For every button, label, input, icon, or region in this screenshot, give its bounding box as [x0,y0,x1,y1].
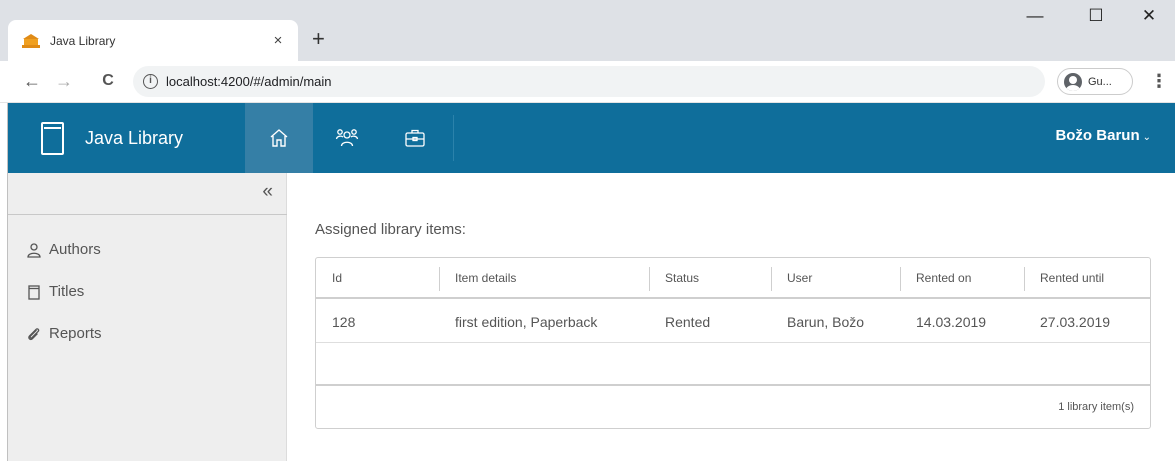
browser-menu-button[interactable]: ⋮ [1150,71,1168,92]
home-icon [270,129,288,147]
column-header-item-details[interactable]: Item details [439,258,649,297]
cell-item-details: first edition, Paperback [455,313,598,330]
browser-tab-strip: Java Library × + — ☐ ✕ [0,0,1175,61]
tab-close-button[interactable]: × [270,32,286,49]
cell-id: 128 [332,313,356,330]
item-count: 1 library item(s) [1058,401,1134,413]
column-header-rented-on[interactable]: Rented on [900,258,1024,297]
browser-toolbar: ← → C i localhost:4200/#/admin/main Gu..… [0,61,1175,103]
cell-status: Rented [665,313,711,330]
close-window-button[interactable]: ✕ [1126,6,1172,26]
nav-users[interactable] [313,103,381,173]
table-row[interactable]: 128 first edition, Paperback Rented Baru… [316,301,1150,343]
profile-button[interactable]: Gu... [1057,68,1133,95]
book-icon [28,284,40,300]
book-logo-icon [41,121,64,155]
library-favicon-icon [22,33,40,48]
profile-name: Gu... [1088,75,1112,88]
maximize-button[interactable]: ☐ [1073,6,1119,26]
address-bar[interactable]: i localhost:4200/#/admin/main [133,66,1045,97]
profile-avatar-icon [1064,72,1082,91]
tab-title: Java Library [50,33,116,48]
paperclip-icon [28,327,40,340]
browser-tab[interactable]: Java Library × [8,20,298,61]
user-name: Božo Barun [1055,127,1140,144]
sidebar-item-label: Reports [49,325,102,342]
window-edge [0,103,8,461]
brand-name: Java Library [85,127,184,148]
sidebar-collapse-button[interactable]: « [262,181,273,203]
user-menu[interactable]: Božo Barun ⌄ [1055,127,1151,144]
column-header-status[interactable]: Status [649,258,771,297]
minimize-button[interactable]: — [1012,6,1058,26]
back-button[interactable]: ← [20,70,44,92]
table-header: Id Item details Status User Rented on Re… [316,258,1150,299]
forward-button[interactable]: → [52,70,76,92]
app-header: Java Library Božo Barun ⌄ [8,103,1175,173]
url-text: localhost:4200/#/admin/main [166,74,332,89]
sidebar-item-label: Authors [49,241,101,258]
reload-button[interactable]: C [96,70,120,92]
users-icon [335,129,359,147]
cell-rented-until: 27.03.2019 [1040,313,1111,330]
brand-link[interactable]: Java Library [8,103,245,173]
chevron-down-icon: ⌄ [1142,132,1151,143]
briefcase-icon [405,129,425,147]
library-items-table: Id Item details Status User Rented on Re… [315,257,1151,429]
column-header-user[interactable]: User [771,258,900,297]
sidebar-item-reports[interactable]: Reports [26,325,102,342]
nav-divider [453,115,454,161]
cell-rented-on: 14.03.2019 [916,313,987,330]
nav-home[interactable] [245,103,313,173]
new-tab-button[interactable]: + [312,26,325,52]
sidebar-item-label: Titles [49,283,85,300]
column-header-rented-until[interactable]: Rented until [1024,258,1150,297]
sidebar-item-authors[interactable]: Authors [26,241,101,258]
user-icon [27,242,41,258]
table-footer: 1 library item(s) [316,384,1150,428]
page-title: Assigned library items: [315,221,466,238]
cell-user: Barun, Božo [787,313,865,330]
site-info-icon[interactable]: i [143,74,158,89]
nav-admin[interactable] [381,103,449,173]
sidebar: « Authors Titles Reports [8,173,287,461]
sidebar-item-titles[interactable]: Titles [26,283,84,300]
sidebar-divider [8,214,287,215]
column-header-id[interactable]: Id [316,258,439,297]
